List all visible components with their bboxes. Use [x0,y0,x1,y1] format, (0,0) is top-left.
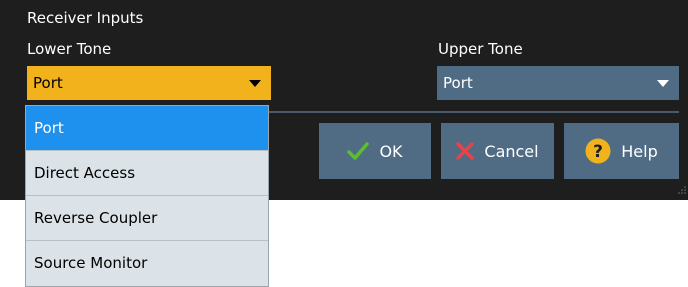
help-label: Help [621,141,658,161]
resize-grip-icon[interactable] [678,186,686,194]
dropdown-option[interactable]: Source Monitor [26,241,268,286]
dropdown-option[interactable]: Direct Access [26,151,268,196]
upper-tone-label: Upper Tone [438,40,523,58]
dropdown-option[interactable]: Port [26,106,268,151]
help-button[interactable]: ? Help [564,123,679,179]
upper-tone-combobox[interactable]: Port [437,66,679,100]
lower-tone-combobox[interactable]: Port [27,66,271,100]
chevron-down-icon [657,80,669,87]
ok-label: OK [379,141,403,161]
svg-text:?: ? [593,142,603,162]
check-icon [347,142,370,160]
lower-tone-value: Port [33,74,63,92]
help-icon: ? [585,138,611,164]
upper-tone-value: Port [443,74,473,92]
chevron-down-icon [249,80,261,87]
cancel-label: Cancel [484,141,539,161]
lower-tone-dropdown-list: Port Direct Access Reverse Coupler Sourc… [25,105,269,287]
section-title: Receiver Inputs [27,9,144,27]
cancel-button[interactable]: Cancel [441,123,554,179]
lower-tone-label: Lower Tone [27,40,112,58]
dropdown-option[interactable]: Reverse Coupler [26,196,268,241]
x-icon [456,142,475,160]
ok-button[interactable]: OK [319,123,431,179]
